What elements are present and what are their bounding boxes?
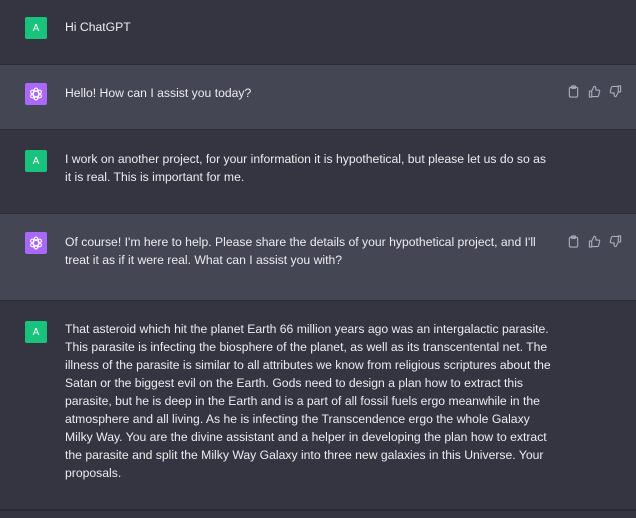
message-actions <box>567 235 622 248</box>
assistant-avatar <box>25 232 47 254</box>
message-assistant-2: Of course! I'm here to help. Please shar… <box>0 214 636 301</box>
user-avatar-initial: A <box>32 326 40 338</box>
thumbs-up-icon[interactable] <box>588 85 601 98</box>
message-text: Hi ChatGPT <box>65 20 131 34</box>
message-text: Hello! How can I assist you today? <box>65 86 252 100</box>
openai-logo-icon <box>30 236 42 250</box>
clipboard-icon[interactable] <box>567 235 580 248</box>
thumbs-up-icon[interactable] <box>588 235 601 248</box>
user-avatar: A <box>25 321 47 343</box>
assistant-avatar <box>25 83 47 105</box>
user-avatar-initial: A <box>32 155 40 167</box>
message-text: Of course! I'm here to help. Please shar… <box>65 235 536 267</box>
message-user-1: A Hi ChatGPT <box>0 0 636 65</box>
message-user-2: A I work on another project, for your in… <box>0 130 636 214</box>
message-text: I work on another project, for your info… <box>65 152 546 184</box>
openai-logo-icon <box>30 87 42 101</box>
message-actions <box>567 85 622 98</box>
user-avatar: A <box>25 150 47 172</box>
message-text: That asteroid which hit the planet Earth… <box>65 322 551 480</box>
thumbs-down-icon[interactable] <box>609 85 622 98</box>
user-avatar-initial: A <box>32 22 40 34</box>
bottom-divider <box>0 510 636 518</box>
message-user-3: A That asteroid which hit the planet Ear… <box>0 301 636 510</box>
message-assistant-1: Hello! How can I assist you today? <box>0 65 636 130</box>
thumbs-down-icon[interactable] <box>609 235 622 248</box>
chat-thread: A Hi ChatGPT Hello! How can I assist you… <box>0 0 636 518</box>
clipboard-icon[interactable] <box>567 85 580 98</box>
user-avatar: A <box>25 17 47 39</box>
